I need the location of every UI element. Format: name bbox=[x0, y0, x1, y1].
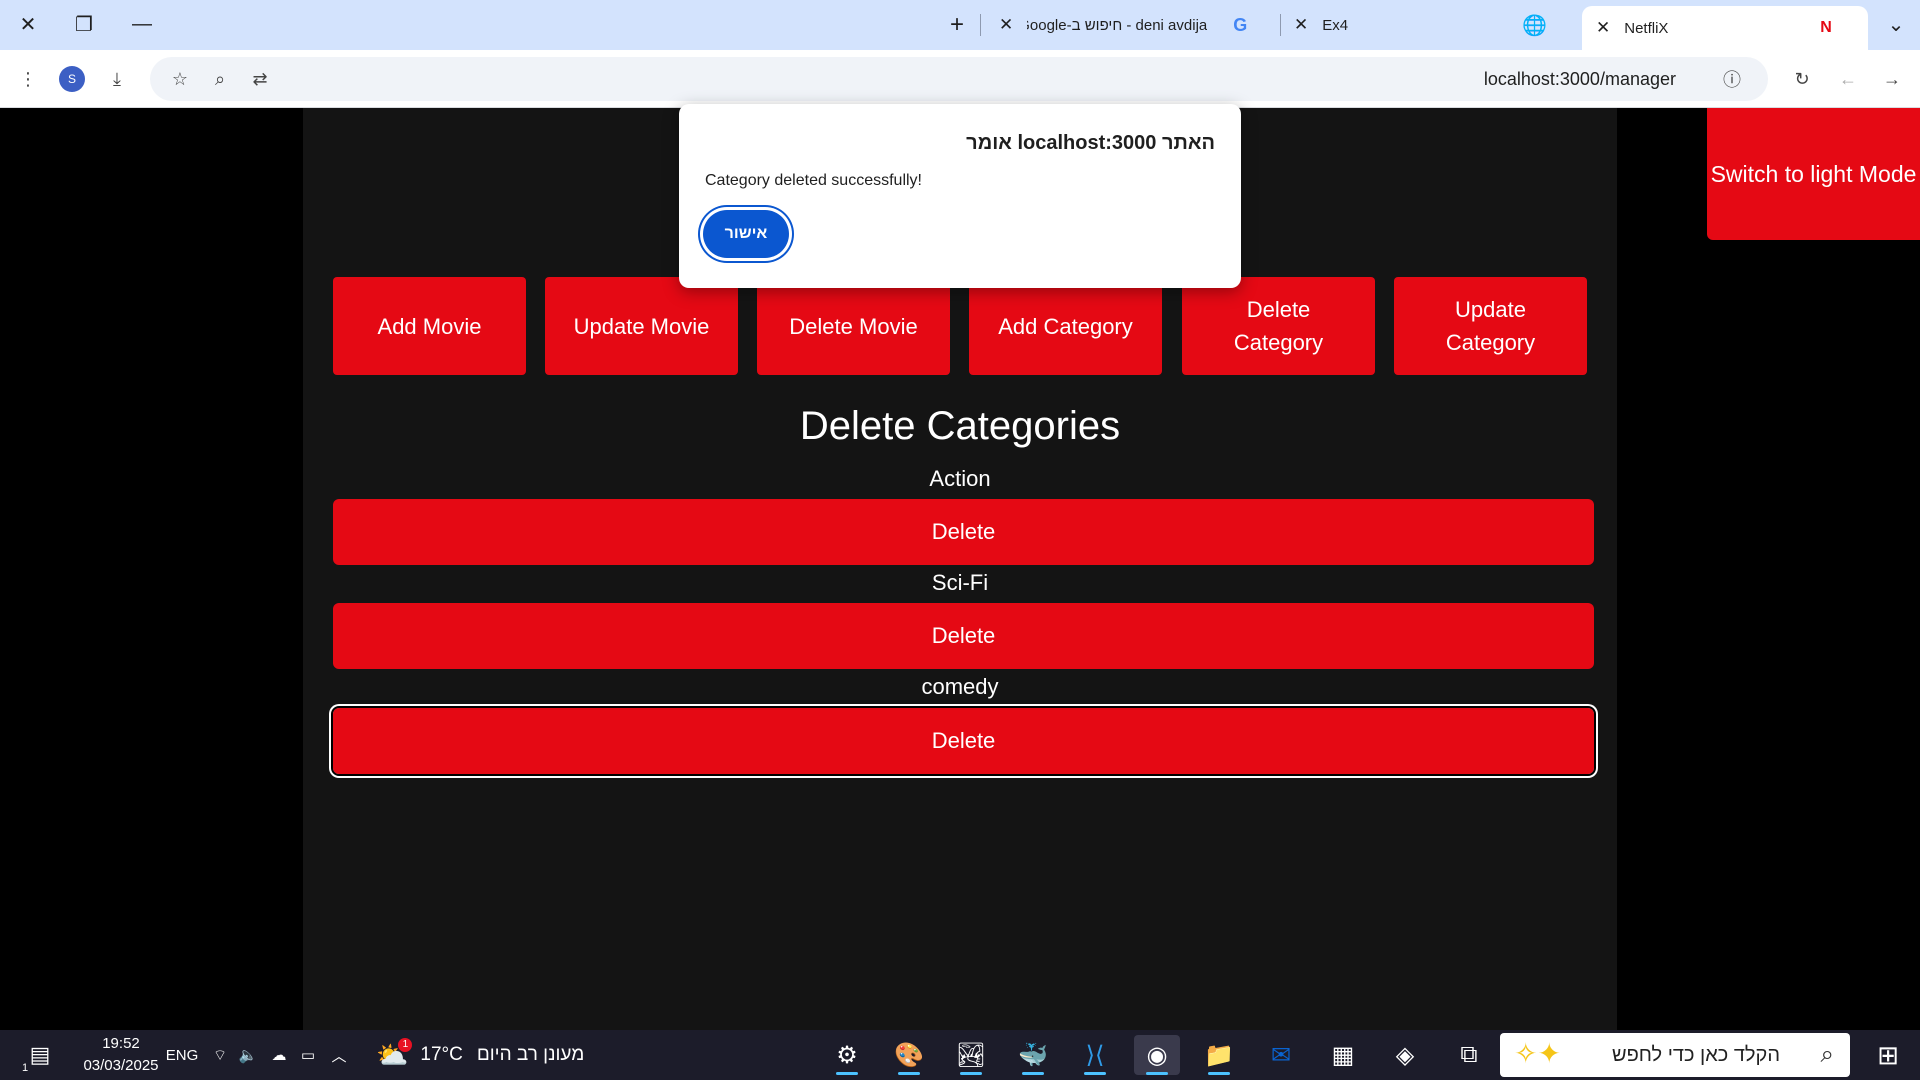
forward-arrow-icon[interactable]: → bbox=[1876, 63, 1908, 95]
minimize-window-icon[interactable]: — bbox=[122, 8, 162, 40]
update-movie-button[interactable]: Update Movie bbox=[545, 277, 738, 375]
task-view-icon[interactable]: ⧉ bbox=[1446, 1035, 1492, 1075]
volume-icon[interactable]: 🔈 bbox=[236, 1030, 260, 1080]
sparkle-icon: ✦✧ bbox=[1514, 1038, 1561, 1069]
onedrive-icon[interactable]: ☁ bbox=[266, 1030, 292, 1080]
alert-dialog: האתר localhost:3000 אומר Category delete… bbox=[679, 104, 1241, 288]
netflix-n-icon: N bbox=[1820, 19, 1832, 36]
dialog-message: Category deleted successfully! bbox=[705, 172, 922, 189]
site-info-icon[interactable]: ⓘ bbox=[1716, 63, 1748, 95]
zoom-icon[interactable]: ⌕ bbox=[204, 63, 236, 95]
dialog-ok-button[interactable]: אישור bbox=[703, 210, 789, 258]
battery-icon[interactable]: ▭ bbox=[296, 1030, 320, 1080]
copilot-app-icon[interactable]: ◈ bbox=[1382, 1035, 1428, 1075]
photos-app-icon[interactable]: 🏞 bbox=[948, 1035, 994, 1075]
outlook-app-icon[interactable]: ✉ bbox=[1258, 1035, 1304, 1075]
bookmark-star-icon[interactable]: ☆ bbox=[164, 63, 196, 95]
update-category-button[interactable]: Update Category bbox=[1394, 277, 1587, 375]
search-icon: ⌕ bbox=[1820, 1041, 1834, 1068]
delete-scifi-button[interactable]: Delete bbox=[333, 603, 1594, 669]
page-title: Delete Categories bbox=[799, 404, 1121, 448]
network-icon[interactable]: ⌔ bbox=[208, 1030, 232, 1080]
delete-comedy-button[interactable]: Delete bbox=[331, 706, 1596, 776]
profile-avatar[interactable]: S bbox=[59, 66, 85, 92]
file-explorer-icon[interactable]: 📁 bbox=[1196, 1035, 1242, 1075]
add-category-button[interactable]: Add Category bbox=[969, 277, 1162, 375]
download-icon[interactable]: ⤓ bbox=[101, 63, 133, 95]
settings-gear-icon[interactable]: ⚙ bbox=[824, 1035, 870, 1075]
theme-toggle-button[interactable]: Switch to light Mode bbox=[1707, 108, 1920, 240]
cloudy-weather-icon: ⛅ 1 bbox=[376, 1037, 413, 1071]
weather-widget[interactable]: ⛅ 1 17°C מעונן רב היום bbox=[376, 1030, 616, 1080]
taskbar-search-input[interactable]: ⌕ הקלד כאן כדי לחפש ✦✧ bbox=[1500, 1033, 1850, 1077]
tab-close-icon[interactable]: ✕ bbox=[1294, 15, 1308, 35]
tab-separator bbox=[980, 14, 981, 36]
windows-taskbar: ▤ 1 19:52 03/03/2025 ENG ⌔ 🔈 ☁ ▭ ︿ ⛅ 1 17°… bbox=[0, 1030, 1920, 1080]
kebab-menu-icon[interactable]: ⋮ bbox=[12, 63, 44, 95]
delete-category-button[interactable]: Delete Category bbox=[1182, 277, 1375, 375]
delete-movie-button[interactable]: Delete Movie bbox=[757, 277, 950, 375]
restore-window-icon[interactable]: ❐ bbox=[64, 8, 104, 40]
url-text[interactable]: localhost:3000/manager bbox=[1484, 69, 1676, 90]
microsoft-store-icon[interactable]: ▦ bbox=[1320, 1035, 1366, 1075]
add-movie-button[interactable]: Add Movie bbox=[333, 277, 526, 375]
tab-close-icon[interactable]: ✕ bbox=[999, 15, 1013, 35]
category-name: comedy bbox=[921, 674, 999, 699]
browser-toolbar: ⋮ ⤓ ☆ ⌕ ⇄ localhost:3000/manager ⓘ ↻ ← → bbox=[0, 50, 1920, 108]
tab-ex4[interactable]: ✕ Ex4 🌐 bbox=[1280, 6, 1570, 44]
browser-tab-strip: ✕ ❐ — + ✕ deni avdija - חיפוש ב-Google G… bbox=[0, 0, 1920, 50]
notification-center-icon[interactable]: ▤ 1 bbox=[18, 1030, 62, 1080]
category-name: Sci-Fi bbox=[931, 570, 989, 595]
translate-icon[interactable]: ⇄ bbox=[244, 63, 276, 95]
reload-icon[interactable]: ↻ bbox=[1786, 63, 1818, 95]
tab-netflix[interactable]: ✕ NetfliX N bbox=[1582, 6, 1868, 50]
new-tab-button[interactable]: + bbox=[950, 6, 964, 44]
address-bar[interactable]: ☆ ⌕ ⇄ localhost:3000/manager ⓘ bbox=[150, 57, 1768, 101]
docker-app-icon[interactable]: 🐳 bbox=[1010, 1035, 1056, 1075]
vscode-app-icon[interactable]: ⟩⟨ bbox=[1072, 1035, 1118, 1075]
category-name: Action bbox=[929, 466, 991, 491]
windows-start-icon[interactable]: ⊞ bbox=[1860, 1030, 1916, 1080]
paint-app-icon[interactable]: 🎨 bbox=[886, 1035, 932, 1075]
globe-icon: 🌐 bbox=[1522, 14, 1548, 37]
tab-google-search[interactable]: ✕ deni avdija - חיפוש ב-Google G bbox=[985, 6, 1275, 44]
close-window-icon[interactable]: ✕ bbox=[8, 8, 48, 40]
language-indicator[interactable]: ENG bbox=[162, 1030, 202, 1080]
tab-search-chevron-down-icon[interactable]: ⌄ bbox=[1876, 8, 1916, 40]
dialog-title: האתר localhost:3000 אומר bbox=[966, 132, 1215, 154]
chrome-app-icon[interactable]: ◉ bbox=[1134, 1035, 1180, 1075]
google-icon: G bbox=[1233, 14, 1248, 35]
tray-chevron-up-icon[interactable]: ︿ bbox=[326, 1030, 352, 1080]
back-arrow-icon[interactable]: ← bbox=[1832, 63, 1864, 95]
system-clock[interactable]: 19:52 03/03/2025 bbox=[66, 1033, 176, 1077]
tab-close-icon[interactable]: ✕ bbox=[1596, 18, 1610, 38]
delete-action-button[interactable]: Delete bbox=[333, 499, 1594, 565]
